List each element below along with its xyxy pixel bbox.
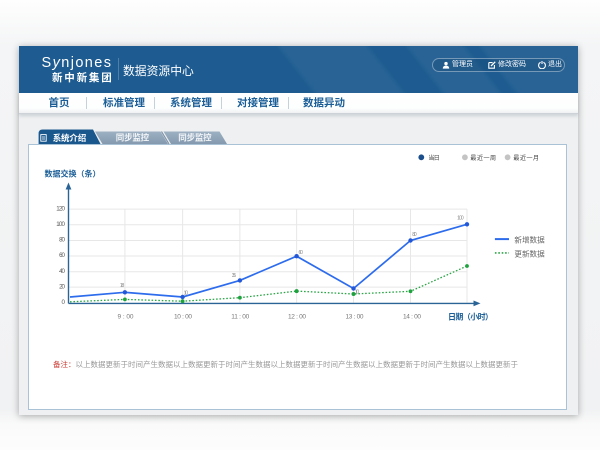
svg-text:13 : 00: 13 : 00 bbox=[346, 314, 364, 321]
svg-text:12 : 00: 12 : 00 bbox=[288, 314, 306, 321]
svg-text:100: 100 bbox=[457, 216, 464, 222]
svg-text:20: 20 bbox=[59, 283, 65, 290]
svg-text:120: 120 bbox=[56, 205, 65, 212]
svg-text:100: 100 bbox=[56, 221, 65, 228]
svg-text:同步监控: 同步监控 bbox=[116, 133, 150, 143]
svg-text:80: 80 bbox=[412, 232, 417, 238]
svg-text:10: 10 bbox=[184, 290, 189, 296]
svg-text:最近一月: 最近一月 bbox=[513, 154, 539, 162]
svg-text:更新数据: 更新数据 bbox=[514, 249, 545, 259]
svg-text:80: 80 bbox=[59, 237, 65, 244]
svg-text:0: 0 bbox=[62, 299, 66, 306]
svg-text:最近一周: 最近一周 bbox=[470, 154, 496, 162]
svg-text:60: 60 bbox=[59, 252, 65, 259]
svg-text:当日: 当日 bbox=[428, 154, 440, 162]
svg-text:18: 18 bbox=[120, 283, 125, 289]
svg-text:11 : 00: 11 : 00 bbox=[231, 314, 249, 321]
svg-text:9 : 00: 9 : 00 bbox=[118, 314, 134, 321]
svg-text:10: 10 bbox=[355, 289, 360, 295]
svg-text:35: 35 bbox=[232, 273, 237, 279]
svg-text:40: 40 bbox=[59, 268, 65, 275]
svg-text:10 : 00: 10 : 00 bbox=[174, 314, 192, 321]
svg-text:日期（小时）: 日期（小时） bbox=[448, 312, 493, 322]
svg-text:系统介绍: 系统介绍 bbox=[53, 133, 87, 143]
svg-text:同步监控: 同步监控 bbox=[178, 133, 212, 143]
svg-text:60: 60 bbox=[299, 250, 304, 256]
svg-text:14 : 00: 14 : 00 bbox=[403, 314, 421, 321]
svg-text:数据交换（条）: 数据交换（条） bbox=[45, 169, 101, 179]
svg-text:新增数据: 新增数据 bbox=[514, 235, 545, 245]
